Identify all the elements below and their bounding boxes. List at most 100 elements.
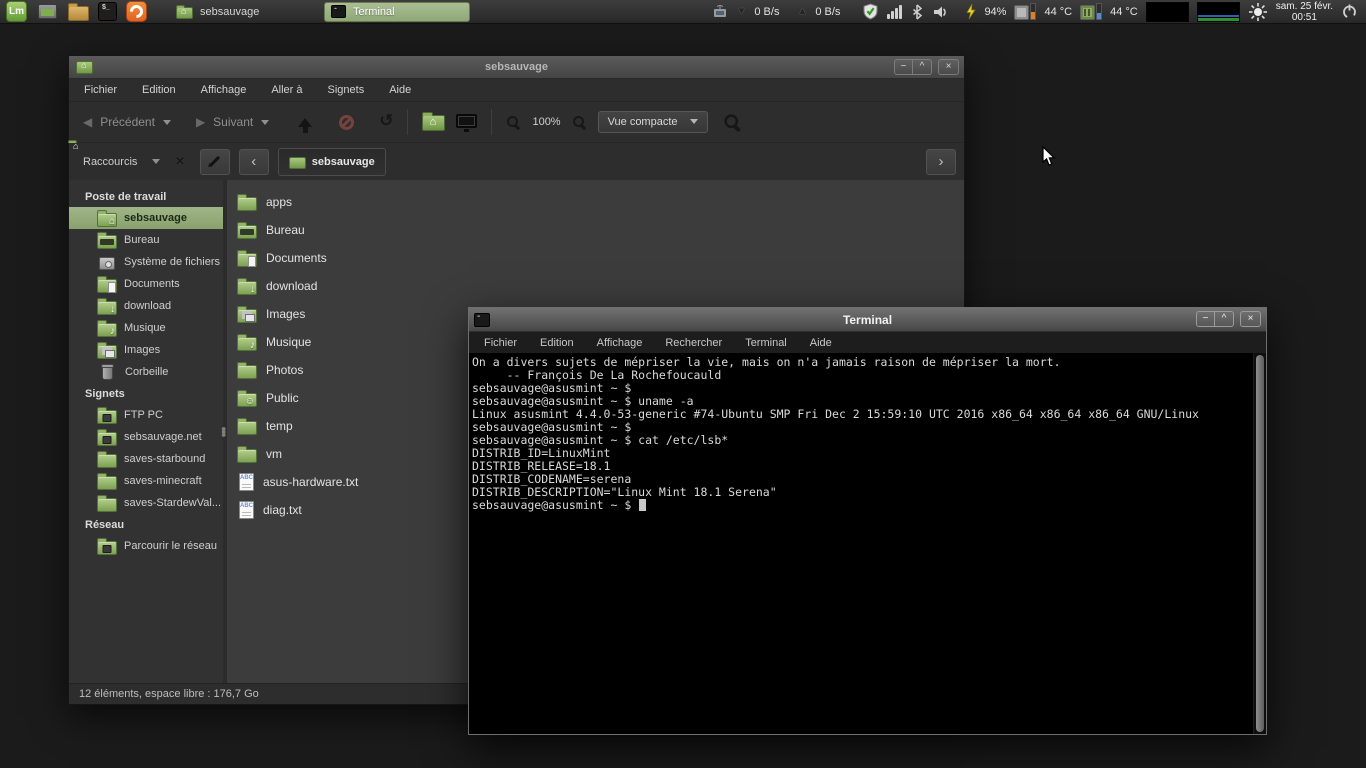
sidebar-item-bureau[interactable]: Bureau: [69, 229, 223, 251]
sidebar-item-label: sebsauvage: [124, 212, 187, 224]
sidebar-item-corbeille[interactable]: Corbeille: [69, 361, 223, 383]
cpu-graph[interactable]: [1146, 2, 1189, 22]
sidebar-item-download[interactable]: ↓download: [69, 295, 223, 317]
minimize-button[interactable]: −: [1196, 311, 1215, 327]
sidebar-mode-select[interactable]: Raccourcis: [83, 156, 137, 168]
fm-menu-aide[interactable]: Aide: [389, 84, 411, 96]
fm-menu-signets[interactable]: Signets: [328, 84, 365, 96]
pencil-icon: [209, 156, 220, 167]
zoom-out-button[interactable]: [506, 115, 521, 130]
fm-menu-aller-à[interactable]: Aller à: [271, 84, 302, 96]
sidebar-item-musique[interactable]: ♪Musique: [69, 317, 223, 339]
cpu-chip-icon[interactable]: [1014, 3, 1036, 20]
terminal-menu-terminal[interactable]: Terminal: [745, 337, 787, 349]
mint-menu-launcher-icon[interactable]: [6, 1, 27, 22]
net-up-speed[interactable]: 0 B/s: [815, 6, 840, 18]
sidebar-item-saves-starbound[interactable]: saves-starbound: [69, 448, 223, 470]
network-graph[interactable]: [1197, 2, 1240, 22]
maximize-button[interactable]: ^: [1215, 311, 1234, 327]
file-manager-locationbar: Raccourcis × ‹ sebsauvage ›: [69, 142, 964, 180]
search-button[interactable]: [723, 113, 742, 132]
gpu-temp[interactable]: 44 °C: [1110, 6, 1138, 18]
file-item-documents[interactable]: Documents: [237, 244, 964, 272]
refresh-button[interactable]: ↺: [379, 112, 393, 129]
documents-folder-icon: [237, 253, 257, 267]
back-button[interactable]: ◀ Précédent: [83, 115, 171, 129]
battery-charging-icon[interactable]: [964, 3, 976, 20]
sidebar-item-saves-stardewval[interactable]: saves-StardewVal...: [69, 492, 223, 514]
terminal-menu-aide[interactable]: Aide: [810, 337, 832, 349]
sidebar-item-saves-minecraft[interactable]: saves-minecraft: [69, 470, 223, 492]
home-button[interactable]: [422, 115, 445, 131]
terminal-titlebar[interactable]: Terminal − ^ ×: [469, 308, 1266, 332]
download-folder-icon: ↓: [237, 281, 257, 295]
taskbar-window-terminal[interactable]: Terminal: [324, 2, 470, 22]
view-mode-select[interactable]: Vue compacte: [598, 111, 708, 133]
close-sidebar-icon[interactable]: ×: [175, 153, 184, 171]
brightness-icon[interactable]: [1248, 2, 1268, 22]
terminal-launcher-icon[interactable]: [98, 2, 117, 21]
forward-button[interactable]: ▶ Suivant: [196, 115, 269, 129]
battery-percent[interactable]: 94%: [984, 6, 1006, 18]
sidebar-item-label: download: [124, 300, 171, 312]
stop-button[interactable]: [339, 115, 354, 130]
back-history-caret-icon[interactable]: [163, 120, 171, 129]
sidebar-item-sebsauvage-net[interactable]: sebsauvage.net: [69, 426, 223, 448]
music-folder-icon: ♪: [237, 337, 257, 351]
signal-strength-icon[interactable]: [887, 5, 902, 19]
show-desktop-launcher-icon[interactable]: [38, 4, 57, 19]
terminal-menu-affichage[interactable]: Affichage: [597, 337, 643, 349]
sidebar-item-parcourir-le-réseau[interactable]: Parcourir le réseau: [69, 535, 223, 557]
up-button[interactable]: [298, 111, 312, 127]
fm-menu-affichage[interactable]: Affichage: [201, 84, 247, 96]
file-item-bureau[interactable]: Bureau: [237, 216, 964, 244]
terminal-menu-rechercher[interactable]: Rechercher: [665, 337, 722, 349]
file-item-apps[interactable]: apps: [237, 188, 964, 216]
sidebar-item-sebsauvage[interactable]: ⌂sebsauvage: [69, 207, 223, 229]
taskbar-window-sebsauvage[interactable]: sebsauvage: [170, 2, 316, 22]
scrollbar-thumb[interactable]: [1256, 355, 1264, 732]
fm-menu-fichier[interactable]: Fichier: [84, 84, 117, 96]
remote-folder-icon: [97, 432, 117, 446]
file-name: diag.txt: [263, 503, 302, 517]
file-manager-titlebar[interactable]: sebsauvage − ^ ×: [69, 56, 964, 79]
sidebar-resize-handle[interactable]: ●●●: [223, 180, 227, 683]
terminal-scrollbar[interactable]: [1253, 353, 1266, 734]
terminal-menu-fichier[interactable]: Fichier: [484, 337, 517, 349]
close-button[interactable]: ×: [1240, 311, 1261, 327]
file-item-download[interactable]: ↓download: [237, 272, 964, 300]
maximize-button[interactable]: ^: [913, 59, 932, 75]
clock[interactable]: sam. 25 févr. 00:51: [1276, 1, 1333, 23]
files-launcher-icon[interactable]: [68, 6, 89, 21]
zoom-in-button[interactable]: [572, 115, 587, 130]
chevron-down-icon[interactable]: [152, 159, 160, 168]
bluetooth-icon[interactable]: [910, 4, 924, 20]
net-down-speed[interactable]: 0 B/s: [754, 6, 779, 18]
terminal-output[interactable]: On a divers sujets de mépriser la vie, m…: [469, 353, 1253, 734]
firefox-launcher-icon[interactable]: [126, 1, 147, 22]
scroll-right-button[interactable]: ›: [926, 149, 956, 175]
minimize-button[interactable]: −: [894, 59, 913, 75]
power-icon[interactable]: [1341, 3, 1358, 20]
terminal-line: sebsauvage@asusmint ~ $: [472, 499, 1253, 512]
fm-menu-edition[interactable]: Edition: [142, 84, 176, 96]
file-name: Musique: [266, 335, 311, 349]
volume-icon[interactable]: [932, 4, 948, 20]
network-icon[interactable]: [712, 4, 728, 20]
breadcrumb[interactable]: sebsauvage: [278, 148, 386, 176]
update-shield-icon[interactable]: [862, 3, 879, 20]
gpu-chip-icon[interactable]: [1080, 3, 1102, 20]
edit-location-button[interactable]: [200, 149, 230, 175]
sidebar-item-ftp-pc[interactable]: FTP PC: [69, 404, 223, 426]
sidebar-item-images[interactable]: Images: [69, 339, 223, 361]
cpu-temp[interactable]: 44 °C: [1044, 6, 1072, 18]
computer-button[interactable]: [456, 114, 477, 128]
scroll-left-button[interactable]: ‹: [239, 149, 269, 175]
close-button[interactable]: ×: [938, 59, 959, 75]
folder-icon: [237, 421, 257, 435]
images-folder-icon: [97, 345, 117, 359]
sidebar-item-documents[interactable]: Documents: [69, 273, 223, 295]
sidebar-item-système-de-fichiers[interactable]: Système de fichiers: [69, 251, 223, 273]
terminal-menu-edition[interactable]: Edition: [540, 337, 574, 349]
forward-history-caret-icon[interactable]: [261, 120, 269, 129]
